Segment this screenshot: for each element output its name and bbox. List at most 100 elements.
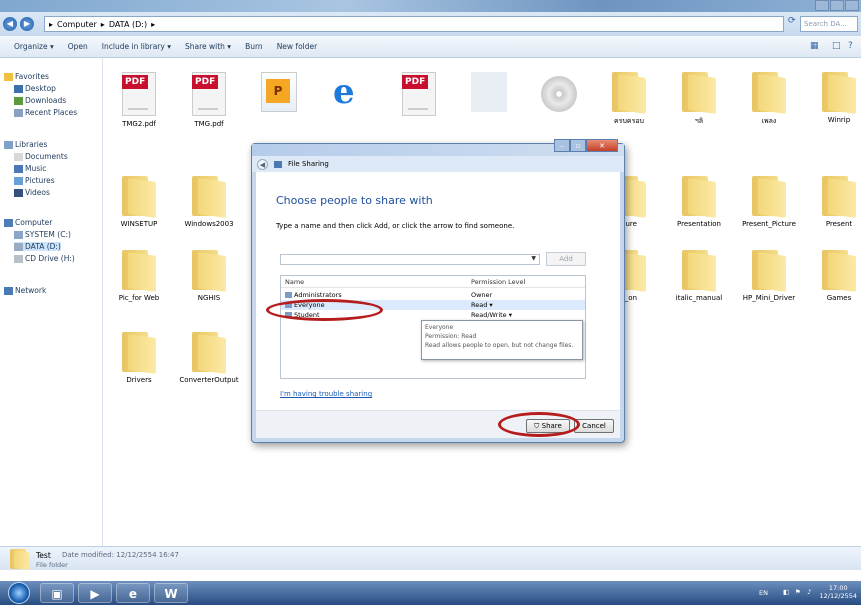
file-item[interactable]: P — [244, 72, 314, 116]
file-item[interactable] — [454, 72, 524, 116]
explorer-taskbar-icon[interactable]: ▣ — [40, 583, 74, 603]
clock[interactable]: 17:00 12/12/2554 — [820, 584, 857, 600]
sidebar-favorites[interactable]: Favorites — [4, 72, 49, 81]
sidebar-item-pictures[interactable]: Pictures — [14, 176, 55, 185]
folder-item[interactable]: Presentation — [664, 176, 734, 228]
folder-icon — [190, 332, 228, 374]
cancel-button[interactable]: Cancel — [574, 419, 614, 433]
sidebar-item-documents[interactable]: Documents — [14, 152, 68, 161]
name-combobox[interactable]: ▼ — [280, 254, 540, 265]
search-input[interactable]: Search DA... — [800, 16, 858, 32]
folder-item[interactable]: HP_Mini_Driver — [734, 250, 804, 302]
chevron-right-icon[interactable]: ▸ — [101, 20, 105, 29]
network-tray-icon[interactable]: ◧ — [783, 588, 789, 596]
dialog-minimize-button[interactable]: – — [554, 139, 570, 152]
sidebar-item-system-c[interactable]: SYSTEM (C:) — [14, 230, 71, 239]
downloads-icon — [14, 97, 23, 105]
share-with-button[interactable]: Share with ▾ — [185, 42, 231, 51]
column-header-permission[interactable]: Permission Level — [471, 278, 525, 286]
dialog-close-button[interactable]: ✕ — [586, 139, 618, 152]
folder-item[interactable]: Drivers — [104, 332, 174, 384]
file-item[interactable]: PDF TMG.pdf — [174, 72, 244, 128]
sidebar-item-music[interactable]: Music — [14, 164, 46, 173]
file-item[interactable] — [524, 72, 594, 116]
file-item[interactable]: PDF TMG2.pdf — [104, 72, 174, 128]
folder-item[interactable]: WINSETUP — [104, 176, 174, 228]
address-bar[interactable]: ▸ Computer ▸ DATA (D:) ▸ — [44, 16, 784, 32]
folder-item[interactable]: Pic_for Web — [104, 250, 174, 302]
flag-tray-icon[interactable]: ⚑ — [795, 588, 801, 596]
chevron-down-icon[interactable]: ▼ — [531, 255, 536, 262]
title-bar[interactable] — [0, 0, 861, 12]
folder-icon — [120, 250, 158, 292]
refresh-icon[interactable]: ⟳ — [788, 16, 798, 32]
maximize-button[interactable] — [830, 0, 844, 11]
sidebar-network[interactable]: Network — [4, 286, 46, 295]
sidebar-item-data-d[interactable]: DATA (D:) — [14, 242, 61, 251]
preview-pane-icon[interactable]: □ — [832, 41, 841, 51]
minimize-button[interactable] — [815, 0, 829, 11]
dialog-header: ◀ File Sharing — [252, 156, 624, 172]
new-folder-button[interactable]: New folder — [277, 42, 318, 51]
media-player-taskbar-icon[interactable]: ▶ — [78, 583, 112, 603]
start-button[interactable] — [8, 582, 30, 604]
sidebar-libraries[interactable]: Libraries — [4, 140, 47, 149]
forward-button[interactable]: ▶ — [20, 17, 34, 31]
include-in-library-button[interactable]: Include in library ▾ — [102, 42, 171, 51]
pdf-icon: PDF — [402, 72, 436, 116]
dialog-maximize-button[interactable]: ▫ — [570, 139, 586, 152]
language-indicator[interactable]: EN — [759, 589, 768, 597]
add-button[interactable]: Add — [546, 252, 586, 266]
sidebar-computer[interactable]: Computer — [4, 218, 52, 227]
window-controls — [814, 0, 859, 12]
sidebar-item-cd-drive[interactable]: CD Drive (H:) — [14, 254, 75, 263]
dialog-back-button[interactable]: ◀ — [257, 158, 268, 170]
folder-item[interactable]: Present_Picture — [734, 176, 804, 228]
libraries-icon — [4, 141, 13, 149]
permission-dropdown[interactable]: Read ▾ — [471, 301, 493, 309]
file-item[interactable]: PDF — [384, 72, 454, 120]
folder-item[interactable]: Winrip — [804, 72, 861, 124]
help-link[interactable]: I'm having trouble sharing — [280, 390, 372, 398]
details-modified: Date modified: 12/12/2554 16:47 — [62, 551, 179, 559]
folder-icon — [610, 72, 648, 114]
dialog-title-bar[interactable]: – ▫ ✕ — [252, 139, 624, 156]
close-button[interactable] — [845, 0, 859, 11]
installer-icon — [471, 72, 507, 112]
folder-icon — [680, 176, 718, 218]
folder-item[interactable]: italic_manual — [664, 250, 734, 302]
sidebar-item-videos[interactable]: Videos — [14, 188, 50, 197]
word-taskbar-icon[interactable]: W — [154, 583, 188, 603]
folder-item[interactable]: NGHIS — [174, 250, 244, 302]
folder-item[interactable]: ConverterOutput — [174, 332, 244, 384]
permission-dropdown[interactable]: Read/Write ▾ — [471, 311, 512, 319]
navigation-pane: Favorites Desktop Downloads Recent Place… — [0, 58, 103, 546]
folder-item[interactable]: Windows2003 — [174, 176, 244, 228]
folder-icon — [120, 176, 158, 218]
folder-item[interactable]: Present — [804, 176, 861, 228]
open-button[interactable]: Open — [68, 42, 88, 51]
column-header-name[interactable]: Name — [285, 278, 304, 286]
burn-button[interactable]: Burn — [245, 42, 263, 51]
view-icon[interactable]: ▦ — [810, 41, 819, 51]
breadcrumb-computer[interactable]: Computer — [57, 20, 97, 29]
sidebar-item-recent-places[interactable]: Recent Places — [14, 108, 77, 117]
folder-item[interactable]: เพลง — [734, 72, 804, 127]
breadcrumb-data[interactable]: DATA (D:) — [109, 20, 147, 29]
organize-button[interactable]: Organize ▾ — [14, 42, 54, 51]
folder-item[interactable]: Games — [804, 250, 861, 302]
dialog-body: Choose people to share with Type a name … — [256, 172, 620, 410]
folder-icon — [680, 72, 718, 114]
tooltip: Everyone Permission: Read Read allows pe… — [421, 320, 583, 360]
volume-tray-icon[interactable]: ♪ — [807, 588, 811, 596]
back-button[interactable]: ◀ — [3, 17, 17, 31]
chevron-right-icon[interactable]: ▸ — [151, 20, 155, 29]
file-item[interactable]: e — [314, 72, 384, 116]
recent-places-icon — [14, 109, 23, 117]
internet-explorer-taskbar-icon[interactable]: e — [116, 583, 150, 603]
sidebar-item-downloads[interactable]: Downloads — [14, 96, 66, 105]
help-icon[interactable]: ? — [848, 41, 853, 51]
folder-item[interactable]: ฯลิ — [664, 72, 734, 127]
folder-item[interactable]: ครบครอบ — [594, 72, 664, 127]
sidebar-item-desktop[interactable]: Desktop — [14, 84, 56, 93]
